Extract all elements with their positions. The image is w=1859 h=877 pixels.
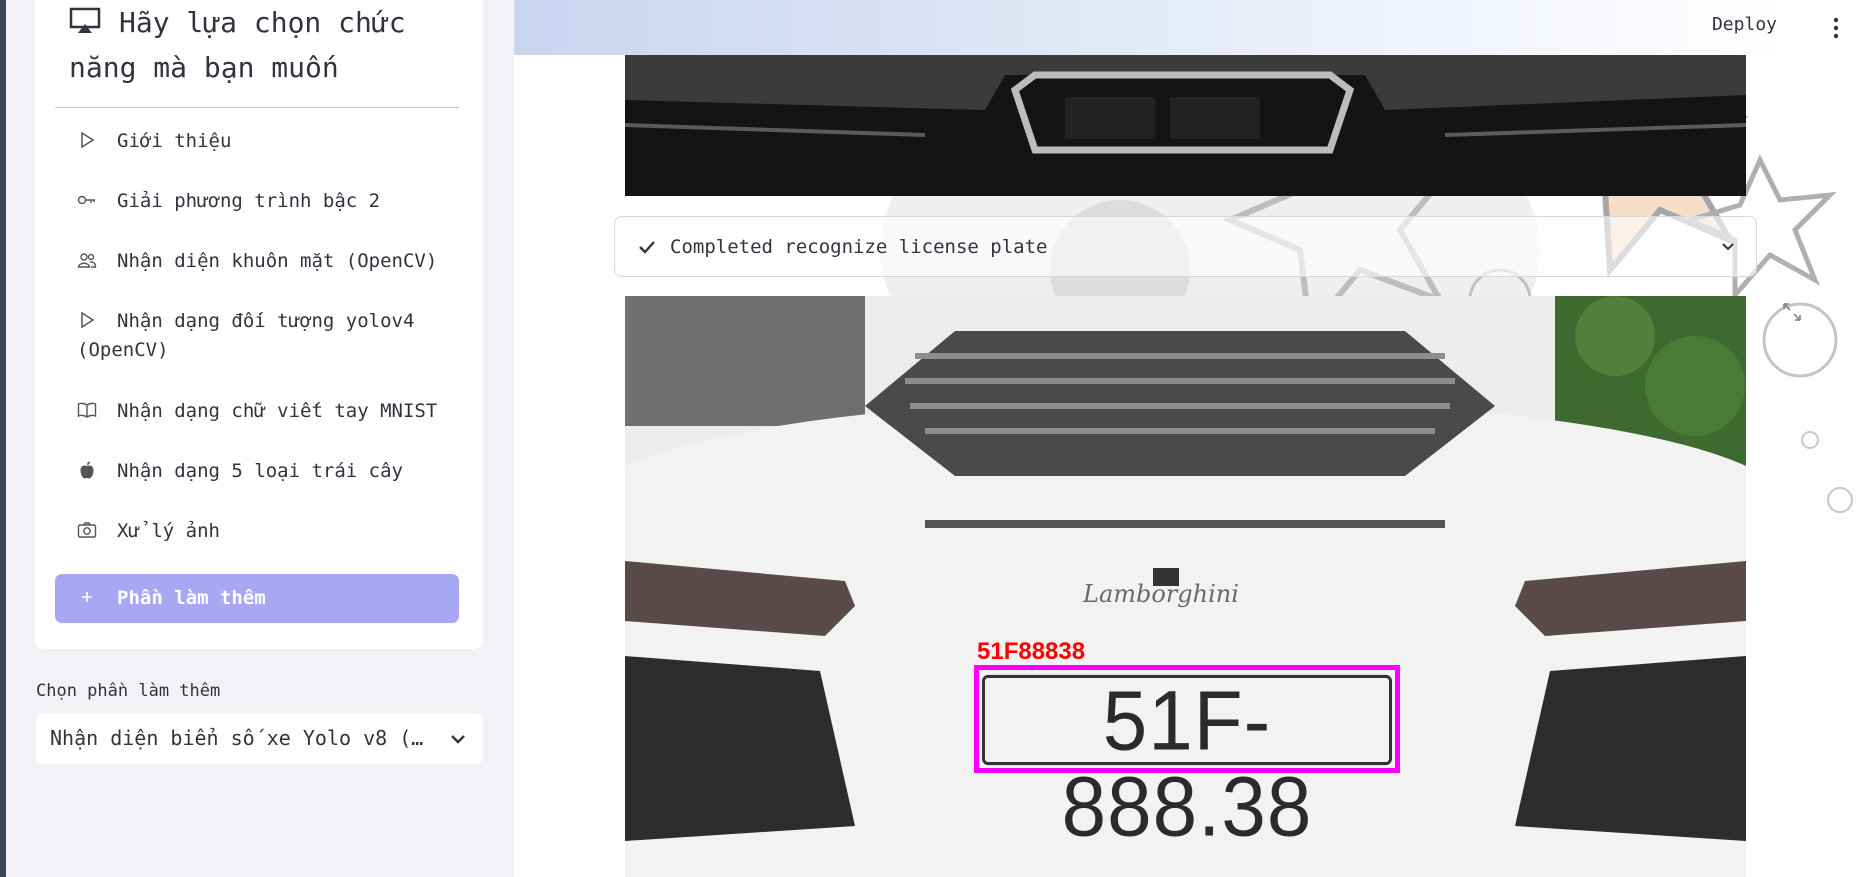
play-icon	[81, 131, 95, 149]
menu-item-giai-phuong-trinh[interactable]: Giải phương trình bậc 2	[55, 187, 459, 216]
car-badge: Lamborghini	[1083, 580, 1239, 608]
menu-item-nhan-dien-khuon-mat[interactable]: Nhận diện khuôn mặt (OpenCV)	[55, 247, 459, 276]
plus-icon	[82, 592, 92, 602]
sidebar: Hãy lựa chọn chức năng mà bạn muốn Giới …	[0, 0, 514, 877]
play-icon	[81, 311, 95, 329]
people-icon	[77, 253, 97, 268]
extra-select-value: Nhận diện biển số xe Yolo v8 (…	[50, 726, 424, 750]
fullscreen-icon[interactable]	[1780, 300, 1804, 324]
chevron-down-icon	[451, 735, 465, 744]
menu-item-phan-lam-them[interactable]: Phần làm thêm	[55, 574, 459, 623]
menu-item-yolov4[interactable]: Nhận dạng đối tượng yolov4 (OpenCV)	[55, 307, 459, 365]
menu-item-gioi-thieu[interactable]: Giới thiệu	[55, 127, 459, 156]
airplay-icon	[69, 7, 101, 33]
check-icon	[639, 241, 655, 254]
menu-item-trai-cay[interactable]: Nhận dạng 5 loại trái cây	[55, 457, 459, 486]
input-image	[625, 55, 1746, 196]
menu-title: Hãy lựa chọn chức năng mà bạn muốn	[69, 6, 406, 84]
car-rear-bottom	[625, 55, 1746, 196]
menu-item-xu-ly-anh[interactable]: Xử lý ảnh	[55, 517, 459, 546]
status-expander[interactable]: Completed recognize license plate	[614, 216, 1757, 277]
extra-select[interactable]: Nhận diện biển số xe Yolo v8 (…	[36, 713, 483, 764]
book-icon	[77, 402, 97, 418]
apple-icon	[80, 461, 94, 479]
menu-item-mnist[interactable]: Nhận dạng chữ viết tay MNIST	[55, 397, 459, 426]
key-icon	[77, 195, 95, 205]
extra-select-label: Chọn phần làm thêm	[36, 681, 221, 701]
more-vertical-icon[interactable]	[1831, 16, 1841, 40]
detection-label: 51F88838	[977, 638, 1086, 665]
menu-divider	[55, 107, 459, 108]
deploy-button[interactable]: Deploy	[1712, 14, 1777, 35]
status-text: Completed recognize license plate	[670, 236, 1048, 258]
option-menu: Hãy lựa chọn chức năng mà bạn muốn Giới …	[35, 0, 483, 649]
camera-icon	[77, 522, 97, 538]
chevron-down-icon	[1722, 243, 1734, 251]
detection-box	[974, 665, 1400, 773]
